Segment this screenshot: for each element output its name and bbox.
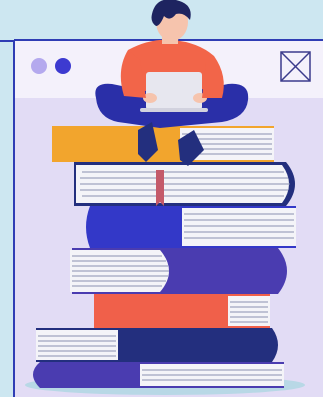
book-orange-top <box>52 126 274 162</box>
book-blue <box>86 206 296 248</box>
reading-on-books-illustration <box>0 0 323 397</box>
laptop-base <box>140 108 208 112</box>
bookmark-ribbon <box>156 170 164 206</box>
book-red <box>94 294 270 328</box>
window-dot-light-icon <box>31 58 47 74</box>
laptop <box>146 72 202 110</box>
book-bottom-purple <box>33 362 284 388</box>
book-navy-upper <box>74 162 295 206</box>
window-dot-dark-icon <box>55 58 71 74</box>
illustration-stage <box>0 0 323 397</box>
book-navy-lower <box>36 328 278 362</box>
book-purple-curved <box>70 248 287 294</box>
